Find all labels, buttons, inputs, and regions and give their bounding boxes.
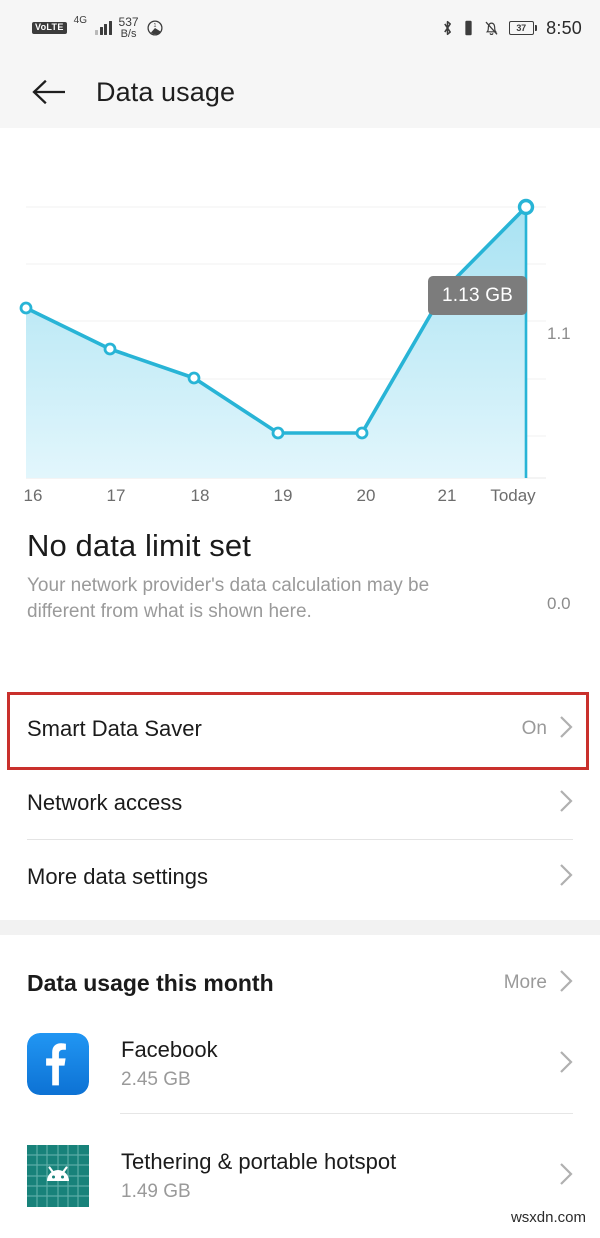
chart-x-axis-labels: 16 17 18 19 20 21 Today	[0, 486, 600, 516]
chevron-right-icon	[559, 789, 573, 818]
vibrate-icon	[465, 20, 472, 36]
data-usage-section-header: Data usage this month More	[0, 952, 600, 1014]
row-network-access-label: Network access	[27, 790, 183, 815]
list-item[interactable]: Facebook 2.45 GB	[0, 1014, 600, 1114]
chevron-right-icon	[559, 1162, 573, 1191]
chart-x-label-2: 18	[190, 486, 210, 505]
data-limit-subtitle: Your network provider's data calculation…	[27, 575, 430, 622]
status-bar-left: VoLTE 4G 537 B/s 1	[32, 14, 164, 40]
chart-x-label-1: 17	[106, 486, 126, 505]
data-limit-title: No data limit set	[27, 528, 251, 563]
chevron-right-icon	[559, 1050, 573, 1079]
data-usage-section-title: Data usage this month	[27, 969, 274, 996]
data-saver-icon: 1	[147, 20, 163, 36]
battery-cap	[534, 25, 538, 31]
silent-mode-icon	[485, 21, 498, 36]
row-more-data-settings-label: More data settings	[27, 864, 208, 889]
volte-badge: VoLTE	[32, 21, 67, 34]
app-text-block: Tethering & portable hotspot 1.49 GB	[121, 1149, 396, 1203]
chart-plot-area	[19, 198, 546, 479]
battery-percent-label: 37	[508, 21, 534, 35]
chevron-right-icon	[559, 715, 573, 744]
app-name: Facebook	[121, 1037, 218, 1063]
app-usage-list: Facebook 2.45 GB Tethering & portable ho…	[0, 1014, 600, 1238]
app-bar: Data usage	[0, 56, 600, 128]
battery-icon: 37	[508, 21, 538, 35]
row-smart-data-saver[interactable]: Smart Data Saver On	[0, 692, 600, 766]
chart-y-axis-label-min: 0.0	[547, 594, 571, 613]
network-generation-label: 4G	[73, 14, 88, 26]
page-title: Data usage	[96, 76, 236, 107]
chart-y-axis-label-max: 1.1	[547, 324, 571, 343]
chart-x-label-4: 20	[356, 486, 376, 505]
signal-bars-icon	[95, 20, 112, 36]
facebook-icon	[27, 1033, 89, 1095]
status-bar-right: 37 8:50	[441, 18, 582, 39]
chevron-right-icon[interactable]	[559, 969, 573, 998]
clock-label: 8:50	[546, 17, 582, 38]
data-usage-screen: VoLTE 4G 537 B/s 1 37 8:50 Data usage 1.…	[0, 0, 600, 1238]
chart-tooltip: 1.13 GB	[428, 276, 527, 315]
app-text-block: Facebook 2.45 GB	[121, 1037, 218, 1091]
app-name: Tethering & portable hotspot	[121, 1149, 397, 1175]
data-usage-more-link[interactable]: More	[504, 972, 547, 994]
app-data-size: 2.45 GB	[121, 1068, 191, 1090]
data-usage-chart: 1.13 GB 1.1 0.0 16 17 18 19 20 21 Today	[0, 128, 600, 613]
row-more-data-settings[interactable]: More data settings	[0, 840, 600, 914]
settings-row-group: Smart Data Saver On Network access More …	[0, 692, 600, 914]
back-arrow-icon[interactable]	[28, 70, 72, 114]
watermark: wsxdn.com	[510, 1209, 586, 1226]
chart-x-label-6: Today	[490, 486, 536, 505]
bluetooth-icon	[443, 20, 451, 36]
android-hotspot-icon	[27, 1145, 89, 1207]
status-bar: VoLTE 4G 537 B/s 1 37 8:50	[0, 0, 600, 56]
chevron-right-icon	[559, 863, 573, 892]
data-speed-value: 537	[118, 14, 139, 29]
section-spacer	[0, 920, 600, 935]
data-speed-indicator: 537 B/s	[119, 16, 139, 40]
data-speed-unit: B/s	[120, 27, 137, 40]
chart-x-label-0: 16	[23, 486, 43, 505]
chart-x-label-5: 21	[437, 486, 457, 505]
svg-text:1: 1	[153, 23, 156, 29]
row-smart-data-saver-value: On	[521, 718, 547, 739]
data-limit-headline: No data limit set Your network provider'…	[27, 528, 497, 624]
chart-x-label-3: 19	[273, 486, 293, 505]
row-network-access[interactable]: Network access	[0, 766, 600, 840]
row-smart-data-saver-label: Smart Data Saver	[27, 716, 202, 741]
app-data-size: 1.49 GB	[121, 1180, 191, 1202]
